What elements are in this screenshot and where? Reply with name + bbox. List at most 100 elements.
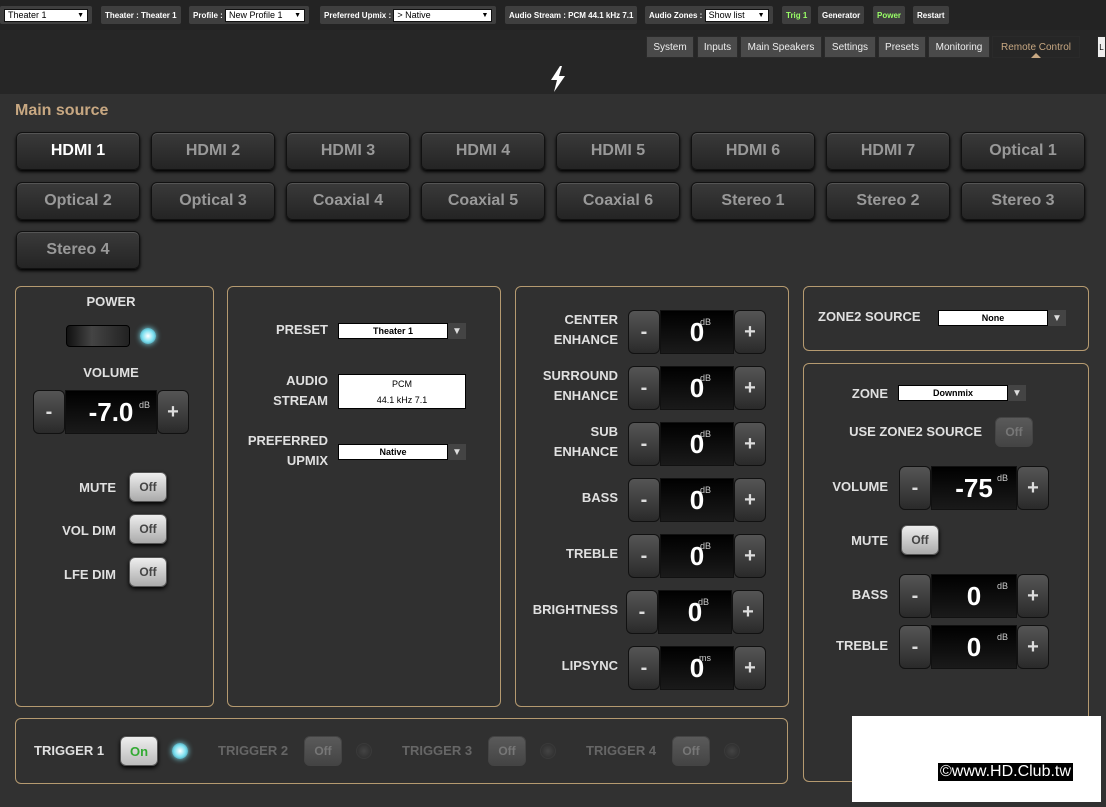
- zone-select[interactable]: Downmix: [898, 385, 1008, 401]
- audio-zones-label: Audio Zones :: [649, 10, 703, 20]
- source-button-hdmi-2[interactable]: HDMI 2: [151, 132, 275, 170]
- volume-plus-button[interactable]: +: [157, 390, 189, 434]
- trigger-2-led-icon: [356, 743, 372, 759]
- power-button[interactable]: Power: [873, 6, 906, 24]
- source-button-optical-1[interactable]: Optical 1: [961, 132, 1085, 170]
- source-button-hdmi-5[interactable]: HDMI 5: [556, 132, 680, 170]
- eq-minus-button-1[interactable]: -: [628, 366, 660, 410]
- eq-plus-button-3[interactable]: +: [734, 478, 766, 522]
- power-toggle[interactable]: [66, 325, 130, 347]
- source-button-hdmi-6[interactable]: HDMI 6: [691, 132, 815, 170]
- eq-display-3: 0 dB: [660, 478, 734, 522]
- eq-stepper-1: -0 dB +: [628, 366, 766, 410]
- tab-inputs[interactable]: Inputs: [697, 36, 738, 58]
- preset-label: PRESET: [275, 322, 328, 337]
- volume-minus-button[interactable]: -: [33, 390, 65, 434]
- eq-minus-button-5[interactable]: -: [626, 590, 658, 634]
- source-button-hdmi-3[interactable]: HDMI 3: [286, 132, 410, 170]
- trigger-3-toggle[interactable]: Off: [488, 736, 526, 766]
- source-button-hdmi-4[interactable]: HDMI 4: [421, 132, 545, 170]
- zone-treble-minus-button[interactable]: -: [899, 625, 931, 669]
- eq-plus-button-5[interactable]: +: [732, 590, 764, 634]
- source-button-hdmi-1[interactable]: HDMI 1: [16, 132, 140, 170]
- trigger-1-toggle[interactable]: On: [120, 736, 158, 766]
- zone-bass-minus-button[interactable]: -: [899, 574, 931, 618]
- main-volume-stepper: - -7.0 dB +: [33, 390, 189, 434]
- eq-unit-3: dB: [699, 485, 711, 495]
- zone2-source-select[interactable]: None: [938, 310, 1048, 326]
- source-button-hdmi-7[interactable]: HDMI 7: [826, 132, 950, 170]
- chevron-down-icon[interactable]: ▼: [448, 323, 466, 339]
- zone-treble-display: 0 dB: [931, 625, 1017, 669]
- eq-plus-button-6[interactable]: +: [734, 646, 766, 690]
- chevron-down-icon[interactable]: ▼: [1048, 310, 1066, 326]
- tab-remote-control[interactable]: Remote Control: [992, 36, 1080, 58]
- eq-plus-button-1[interactable]: +: [734, 366, 766, 410]
- use-zone2-source-toggle[interactable]: Off: [995, 417, 1033, 447]
- source-button-stereo-4[interactable]: Stereo 4: [16, 231, 140, 269]
- zone-bass-value: 0: [966, 580, 982, 611]
- profile-select[interactable]: New Profile 1 ▼: [225, 8, 306, 22]
- source-button-optical-2[interactable]: Optical 2: [16, 182, 140, 220]
- upmix-wrap: Preferred Upmix : > Native ▼: [320, 6, 497, 24]
- preferred-upmix-label-2: UPMIX: [286, 453, 328, 468]
- upmix-select[interactable]: > Native ▼: [393, 8, 493, 22]
- eq-unit-2: dB: [699, 429, 711, 439]
- tab-main-speakers[interactable]: Main Speakers: [740, 36, 822, 58]
- source-button-stereo-1[interactable]: Stereo 1: [691, 182, 815, 220]
- source-button-coaxial-6[interactable]: Coaxial 6: [556, 182, 680, 220]
- tab-overflow[interactable]: L: [1097, 36, 1106, 58]
- eq-plus-button-2[interactable]: +: [734, 422, 766, 466]
- mute-toggle[interactable]: Off: [129, 472, 167, 502]
- volume-value: -7.0: [88, 396, 134, 427]
- zone-volume-plus-button[interactable]: +: [1017, 466, 1049, 510]
- upmix-select-value: > Native: [397, 10, 431, 20]
- generator-button[interactable]: Generator: [818, 6, 865, 24]
- tab-settings[interactable]: Settings: [824, 36, 876, 58]
- tab-presets[interactable]: Presets: [878, 36, 926, 58]
- restart-button[interactable]: Restart: [913, 6, 949, 24]
- eq-plus-button-4[interactable]: +: [734, 534, 766, 578]
- vol-dim-toggle[interactable]: Off: [129, 514, 167, 544]
- volume-display: -7.0 dB: [65, 390, 157, 434]
- zone-mute-toggle[interactable]: Off: [901, 525, 939, 555]
- preset-select[interactable]: Theater 1: [338, 323, 448, 339]
- eq-unit-5: dB: [697, 597, 709, 607]
- eq-plus-button-0[interactable]: +: [734, 310, 766, 354]
- zone-bass-plus-button[interactable]: +: [1017, 574, 1049, 618]
- eq-unit-6: ms: [699, 653, 711, 663]
- zone-volume-minus-button[interactable]: -: [899, 466, 931, 510]
- source-button-coaxial-5[interactable]: Coaxial 5: [421, 182, 545, 220]
- trigger-4-toggle[interactable]: Off: [672, 736, 710, 766]
- eq-label-3: BASS: [581, 490, 618, 505]
- source-button-stereo-3[interactable]: Stereo 3: [961, 182, 1085, 220]
- lfe-dim-label: LFE DIM: [64, 567, 116, 582]
- source-button-coaxial-4[interactable]: Coaxial 4: [286, 182, 410, 220]
- eq-label-4: TREBLE: [566, 546, 618, 561]
- trigger-1-led-icon: [172, 743, 188, 759]
- eq-minus-button-4[interactable]: -: [628, 534, 660, 578]
- source-button-stereo-2[interactable]: Stereo 2: [826, 182, 950, 220]
- zone-treble-plus-button[interactable]: +: [1017, 625, 1049, 669]
- tab-monitoring[interactable]: Monitoring: [928, 36, 990, 58]
- chevron-down-icon[interactable]: ▼: [1008, 385, 1026, 401]
- audio-zones-select[interactable]: Show list ▼: [704, 8, 769, 22]
- preferred-upmix-select[interactable]: Native: [338, 444, 448, 460]
- eq-minus-button-0[interactable]: -: [628, 310, 660, 354]
- trigger-2-toggle[interactable]: Off: [304, 736, 342, 766]
- eq-minus-button-3[interactable]: -: [628, 478, 660, 522]
- vol-dim-label: VOL DIM: [62, 523, 116, 538]
- zone-treble-stepper: - 0 dB +: [899, 625, 1049, 669]
- source-button-optical-3[interactable]: Optical 3: [151, 182, 275, 220]
- theater-select[interactable]: Theater 1 ▼: [4, 8, 88, 22]
- eq-display-6: 0 ms: [660, 646, 734, 690]
- chevron-down-icon[interactable]: ▼: [448, 444, 466, 460]
- lfe-dim-toggle[interactable]: Off: [129, 557, 167, 587]
- eq-label-0-line2: ENHANCE: [553, 332, 618, 347]
- eq-minus-button-2[interactable]: -: [628, 422, 660, 466]
- trig1-button[interactable]: Trig 1: [782, 6, 812, 24]
- theater-select-wrap: Theater 1 ▼: [0, 6, 92, 24]
- audio-stream-label-2: STREAM: [273, 393, 328, 408]
- eq-minus-button-6[interactable]: -: [628, 646, 660, 690]
- tab-system[interactable]: System: [646, 36, 694, 58]
